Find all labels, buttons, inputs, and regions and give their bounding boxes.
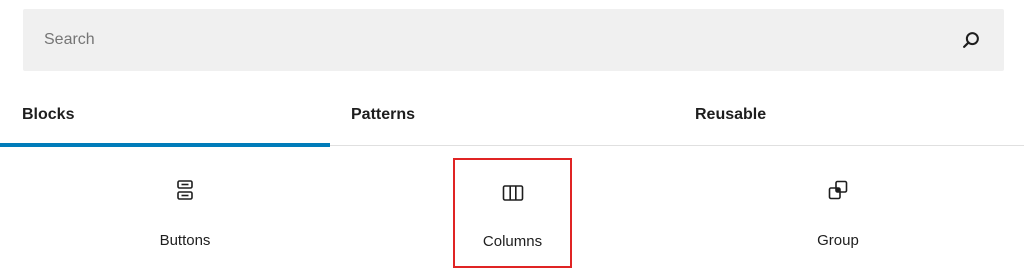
search-box[interactable] <box>23 9 1004 71</box>
block-label-group: Group <box>817 232 859 249</box>
active-tab-indicator <box>0 143 330 147</box>
inserter-tabs: Blocks Patterns Reusable <box>0 86 1024 147</box>
buttons-icon <box>177 180 193 200</box>
block-item-buttons[interactable]: Buttons <box>20 158 350 268</box>
block-label-columns: Columns <box>482 233 543 250</box>
tab-blocks-label: Blocks <box>22 106 75 123</box>
block-label-buttons: Buttons <box>159 232 211 249</box>
tab-blocks[interactable]: Blocks <box>0 86 330 147</box>
search-icon[interactable] <box>960 29 982 51</box>
tab-reusable[interactable]: Reusable <box>673 86 1024 146</box>
block-item-group[interactable]: Group <box>673 158 1003 268</box>
group-icon <box>828 180 848 200</box>
tab-patterns-label: Patterns <box>351 106 416 123</box>
tab-reusable-label: Reusable <box>695 106 767 123</box>
tab-patterns[interactable]: Patterns <box>330 86 673 146</box>
columns-icon <box>502 185 523 201</box>
block-item-columns[interactable]: Columns <box>453 158 572 268</box>
search-input[interactable] <box>23 9 1004 71</box>
